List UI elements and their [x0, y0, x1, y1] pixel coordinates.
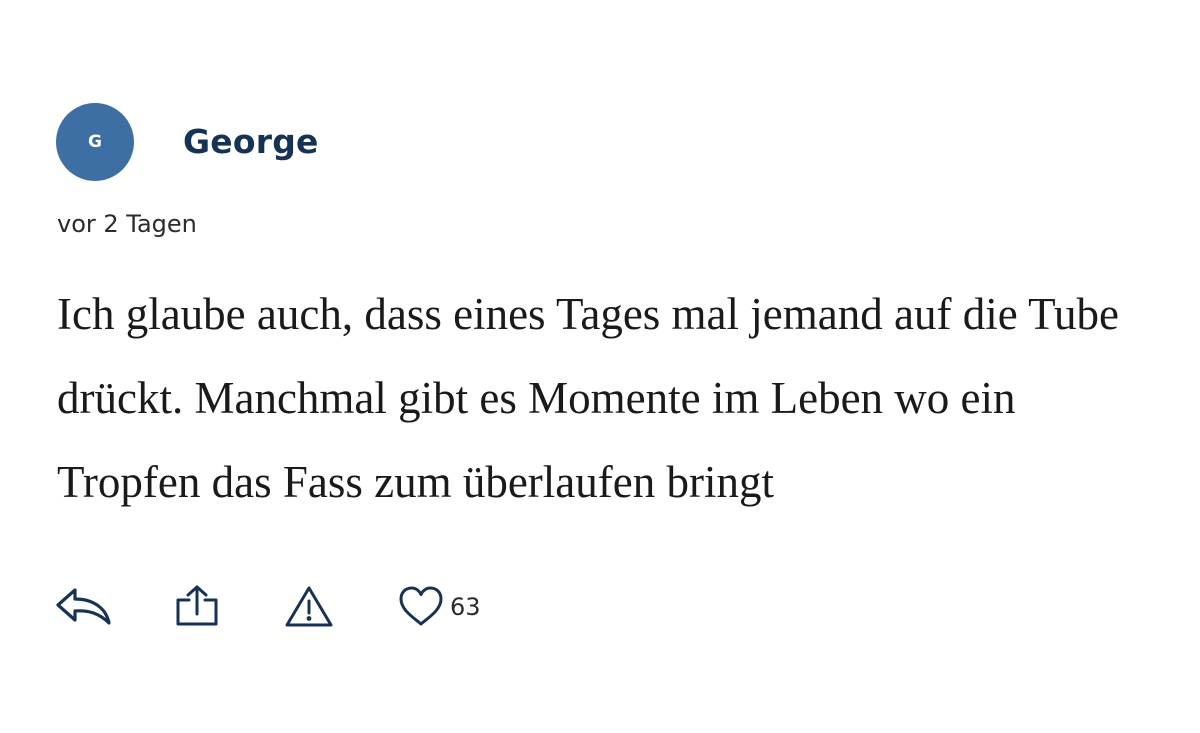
- comment-timestamp: vor 2 Tagen: [57, 210, 197, 238]
- comment-text: Ich glaube auch, dass eines Tages mal je…: [57, 289, 1119, 507]
- username[interactable]: George: [183, 120, 319, 164]
- share-upload-icon: [176, 585, 218, 626]
- reply-arrow-icon: [56, 588, 111, 625]
- comment-card: G George vor 2 Tagen Ich glaube auch, da…: [0, 0, 1200, 733]
- reply-button[interactable]: [55, 584, 113, 630]
- report-button[interactable]: [284, 584, 334, 630]
- avatar[interactable]: G: [56, 103, 134, 181]
- warning-triangle-icon: [285, 586, 333, 627]
- avatar-initial: G: [88, 132, 102, 152]
- like-button[interactable]: 63: [398, 584, 481, 630]
- share-button[interactable]: [175, 584, 219, 630]
- like-count: 63: [450, 593, 481, 621]
- heart-outline-icon: [399, 586, 443, 626]
